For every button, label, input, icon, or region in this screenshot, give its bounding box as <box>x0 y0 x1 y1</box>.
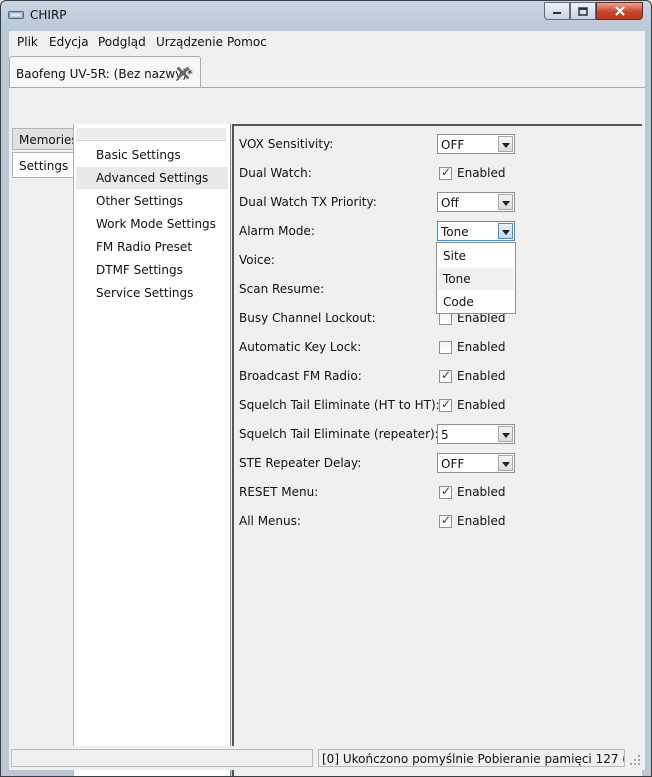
auto-key-lock-text[interactable]: Enabled <box>457 340 506 354</box>
menu-edit[interactable]: Edycja <box>49 35 89 49</box>
tree-item-dtmf-settings[interactable]: DTMF Settings <box>76 259 228 281</box>
document-tab[interactable]: Baofeng UV-5R: (Bez nazwy)* <box>9 56 201 88</box>
busy-channel-label: Busy Channel Lockout: <box>239 311 376 325</box>
tab-settings[interactable]: Settings <box>12 152 75 178</box>
squelch-ht-checkbox[interactable] <box>439 397 452 412</box>
all-menus-checkbox[interactable] <box>439 513 452 528</box>
reset-menu-checkbox[interactable] <box>439 484 452 499</box>
tree-item-fm-radio-preset[interactable]: FM Radio Preset <box>76 236 228 258</box>
app-window: CHIRP Plik Edycja Podgląd Urządzenie Pom… <box>0 0 652 777</box>
squelch-repeater-label: Squelch Tail Eliminate (repeater): <box>239 427 439 441</box>
alarm-mode-label: Alarm Mode: <box>239 224 315 238</box>
menu-bar: Plik Edycja Podgląd Urządzenie Pomoc <box>9 31 645 53</box>
scan-resume-label: Scan Resume: <box>239 282 325 296</box>
reset-menu-label: RESET Menu: <box>239 485 319 499</box>
dual-watch-label: Dual Watch: <box>239 166 312 180</box>
tree-item-advanced-settings[interactable]: Advanced Settings <box>76 167 228 189</box>
settings-panel: VOX Sensitivity: OFF Dual Watch: Enabled… <box>232 124 642 776</box>
vox-sensitivity-label: VOX Sensitivity: <box>239 137 334 151</box>
chevron-down-icon <box>498 223 513 239</box>
minimize-button[interactable] <box>544 2 570 20</box>
settings-tree: Basic Settings Advanced Settings Other S… <box>73 124 231 776</box>
chevron-down-icon <box>498 194 513 210</box>
dual-watch-tx-value: Off <box>441 196 459 210</box>
reset-menu-text[interactable]: Enabled <box>457 485 506 499</box>
window-title: CHIRP <box>30 8 67 22</box>
dual-watch-text[interactable]: Enabled <box>457 166 506 180</box>
broadcast-fm-text[interactable]: Enabled <box>457 369 506 383</box>
voice-label: Voice: <box>239 253 275 267</box>
all-menus-label: All Menus: <box>239 514 301 528</box>
tree-item-other-settings[interactable]: Other Settings <box>76 190 228 212</box>
auto-key-lock-label: Automatic Key Lock: <box>239 340 362 354</box>
chevron-down-icon <box>498 426 513 442</box>
menu-file[interactable]: Plik <box>17 35 38 49</box>
broadcast-fm-label: Broadcast FM Radio: <box>239 369 362 383</box>
chevron-down-icon <box>498 136 513 152</box>
alarm-mode-select[interactable]: Tone <box>437 221 515 241</box>
dual-watch-tx-label: Dual Watch TX Priority: <box>239 195 377 209</box>
title-bar[interactable]: CHIRP <box>1 1 651 29</box>
dual-watch-tx-select[interactable]: Off <box>437 192 515 212</box>
broadcast-fm-checkbox[interactable] <box>439 368 452 383</box>
alarm-mode-dropdown: Site Tone Code <box>436 242 516 314</box>
tree-header <box>76 128 226 141</box>
dual-watch-checkbox[interactable] <box>439 165 452 180</box>
alarm-option-code[interactable]: Code <box>438 291 514 313</box>
maximize-icon <box>578 6 588 16</box>
document-content: Memories Settings Basic Settings Advance… <box>9 87 645 776</box>
squelch-ht-text[interactable]: Enabled <box>457 398 506 412</box>
alarm-option-tone[interactable]: Tone <box>438 268 514 290</box>
squelch-ht-label: Squelch Tail Eliminate (HT to HT): <box>239 398 440 412</box>
menu-radio[interactable]: Urządzenie <box>156 35 223 49</box>
squelch-repeater-value: 5 <box>441 428 449 442</box>
main-area: Baofeng UV-5R: (Bez nazwy)* Memories Set… <box>9 53 645 776</box>
status-left <box>11 749 313 767</box>
tree-item-work-mode-settings[interactable]: Work Mode Settings <box>76 213 228 235</box>
maximize-button[interactable] <box>570 2 596 20</box>
squelch-repeater-select[interactable]: 5 <box>437 424 515 444</box>
menu-view[interactable]: Podgląd <box>98 35 146 49</box>
resize-grip-icon[interactable] <box>629 754 641 766</box>
tab-memories[interactable]: Memories <box>12 128 78 150</box>
ste-delay-value: OFF <box>441 457 465 471</box>
alarm-option-site[interactable]: Site <box>438 245 514 267</box>
ste-delay-label: STE Repeater Delay: <box>239 456 362 470</box>
close-tab-icon[interactable] <box>176 66 190 80</box>
minimize-icon <box>553 12 561 14</box>
auto-key-lock-checkbox[interactable] <box>439 341 452 354</box>
tree-item-basic-settings[interactable]: Basic Settings <box>76 144 228 166</box>
status-bar: [0] Ukończono pomyślnie Pobieranie pamię… <box>9 746 645 770</box>
chevron-down-icon <box>498 455 513 471</box>
menu-help[interactable]: Pomoc <box>227 35 267 49</box>
chirp-app-icon <box>8 11 24 19</box>
ste-delay-select[interactable]: OFF <box>437 453 515 473</box>
close-icon <box>614 6 625 16</box>
vox-sensitivity-value: OFF <box>441 138 465 152</box>
alarm-mode-value: Tone <box>441 225 469 239</box>
vox-sensitivity-select[interactable]: OFF <box>437 134 515 154</box>
document-tab-label: Baofeng UV-5R: (Bez nazwy)* <box>16 67 193 81</box>
tree-item-service-settings[interactable]: Service Settings <box>76 282 228 304</box>
status-message: [0] Ukończono pomyślnie Pobieranie pamię… <box>318 749 625 767</box>
all-menus-text[interactable]: Enabled <box>457 514 506 528</box>
close-button[interactable] <box>596 2 643 20</box>
